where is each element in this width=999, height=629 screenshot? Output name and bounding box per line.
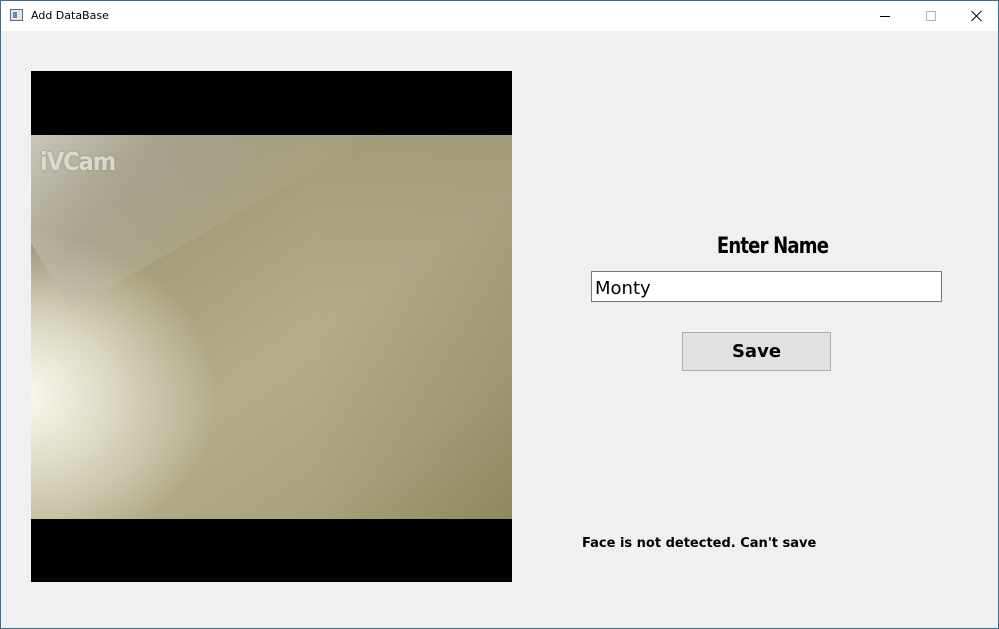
minimize-icon (880, 16, 890, 17)
maximize-icon (926, 11, 936, 21)
camera-watermark: iVCam (40, 147, 116, 176)
app-icon (10, 9, 23, 21)
save-button[interactable]: Save (682, 332, 831, 371)
status-message: Face is not detected. Can't save (582, 536, 817, 551)
enter-name-label: Enter Name (716, 234, 829, 259)
close-icon (971, 10, 983, 22)
close-button[interactable] (954, 1, 998, 31)
window-title: Add DataBase (31, 9, 109, 22)
camera-feed-image: iVCam (31, 135, 512, 519)
title-bar[interactable]: Add DataBase (1, 1, 998, 31)
name-input[interactable] (591, 271, 942, 302)
maximize-button[interactable] (908, 1, 954, 31)
minimize-button[interactable] (862, 1, 908, 31)
add-database-window: Add DataBase iVCam Enter Name Save Face … (0, 0, 999, 629)
camera-preview: iVCam (31, 71, 512, 582)
